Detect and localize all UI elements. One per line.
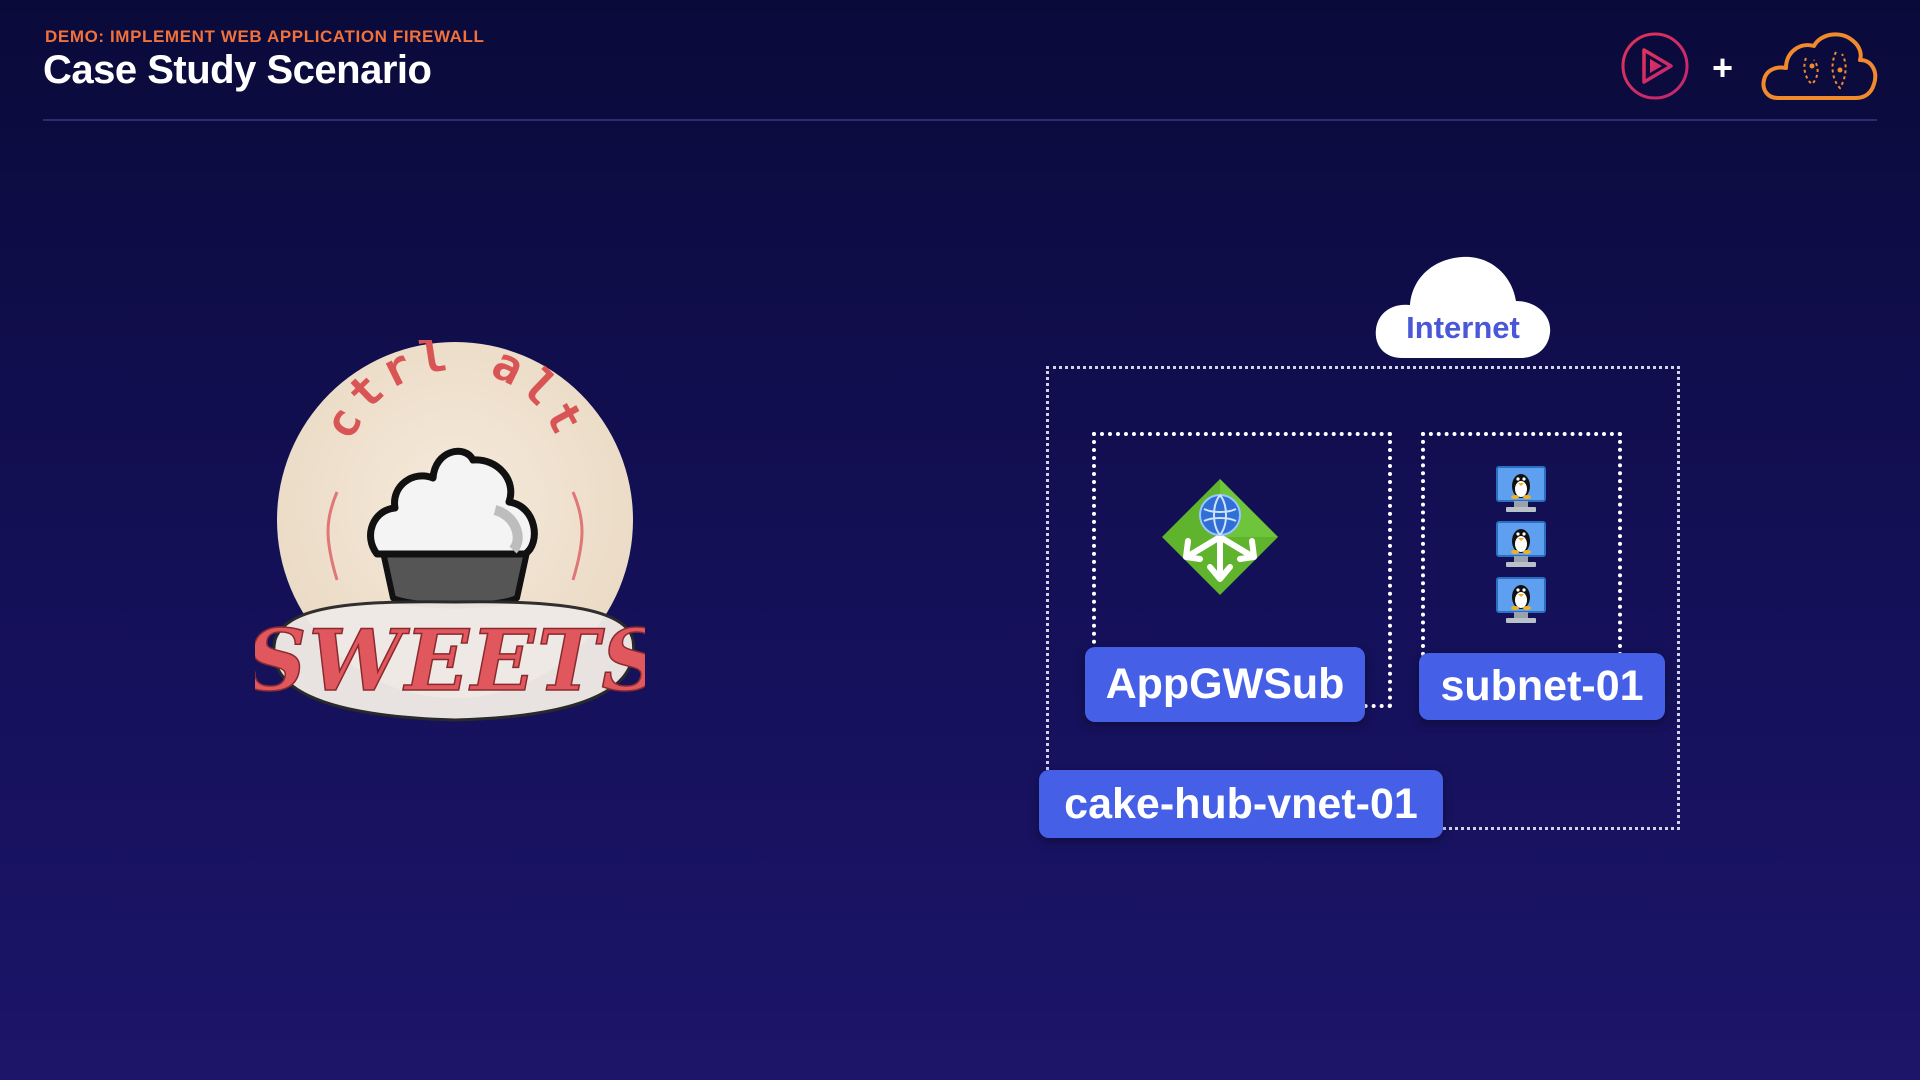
vnet-label: cake-hub-vnet-01 [1039, 770, 1443, 838]
cloud-icon [1760, 28, 1878, 107]
play-icon [1620, 30, 1690, 107]
linux-vm-icon [1496, 577, 1546, 630]
company-logo: ctrl alt SWEETS [245, 326, 663, 745]
page-title: Case Study Scenario [43, 48, 432, 92]
subnet-01-label: subnet-01 [1419, 653, 1665, 720]
plus-icon: + [1712, 47, 1734, 88]
slide-section-label: DEMO: IMPLEMENT WEB APPLICATION FIREWALL [45, 27, 485, 46]
appgw-subnet-label: AppGWSub [1085, 647, 1365, 722]
logo-bottom-text: SWEETS [255, 611, 645, 710]
linux-vm-icon [1496, 466, 1546, 519]
application-gateway-icon [1160, 477, 1280, 602]
internet-label: Internet [1406, 310, 1520, 345]
header-divider [43, 119, 1877, 121]
linux-vm-icon [1496, 521, 1546, 574]
